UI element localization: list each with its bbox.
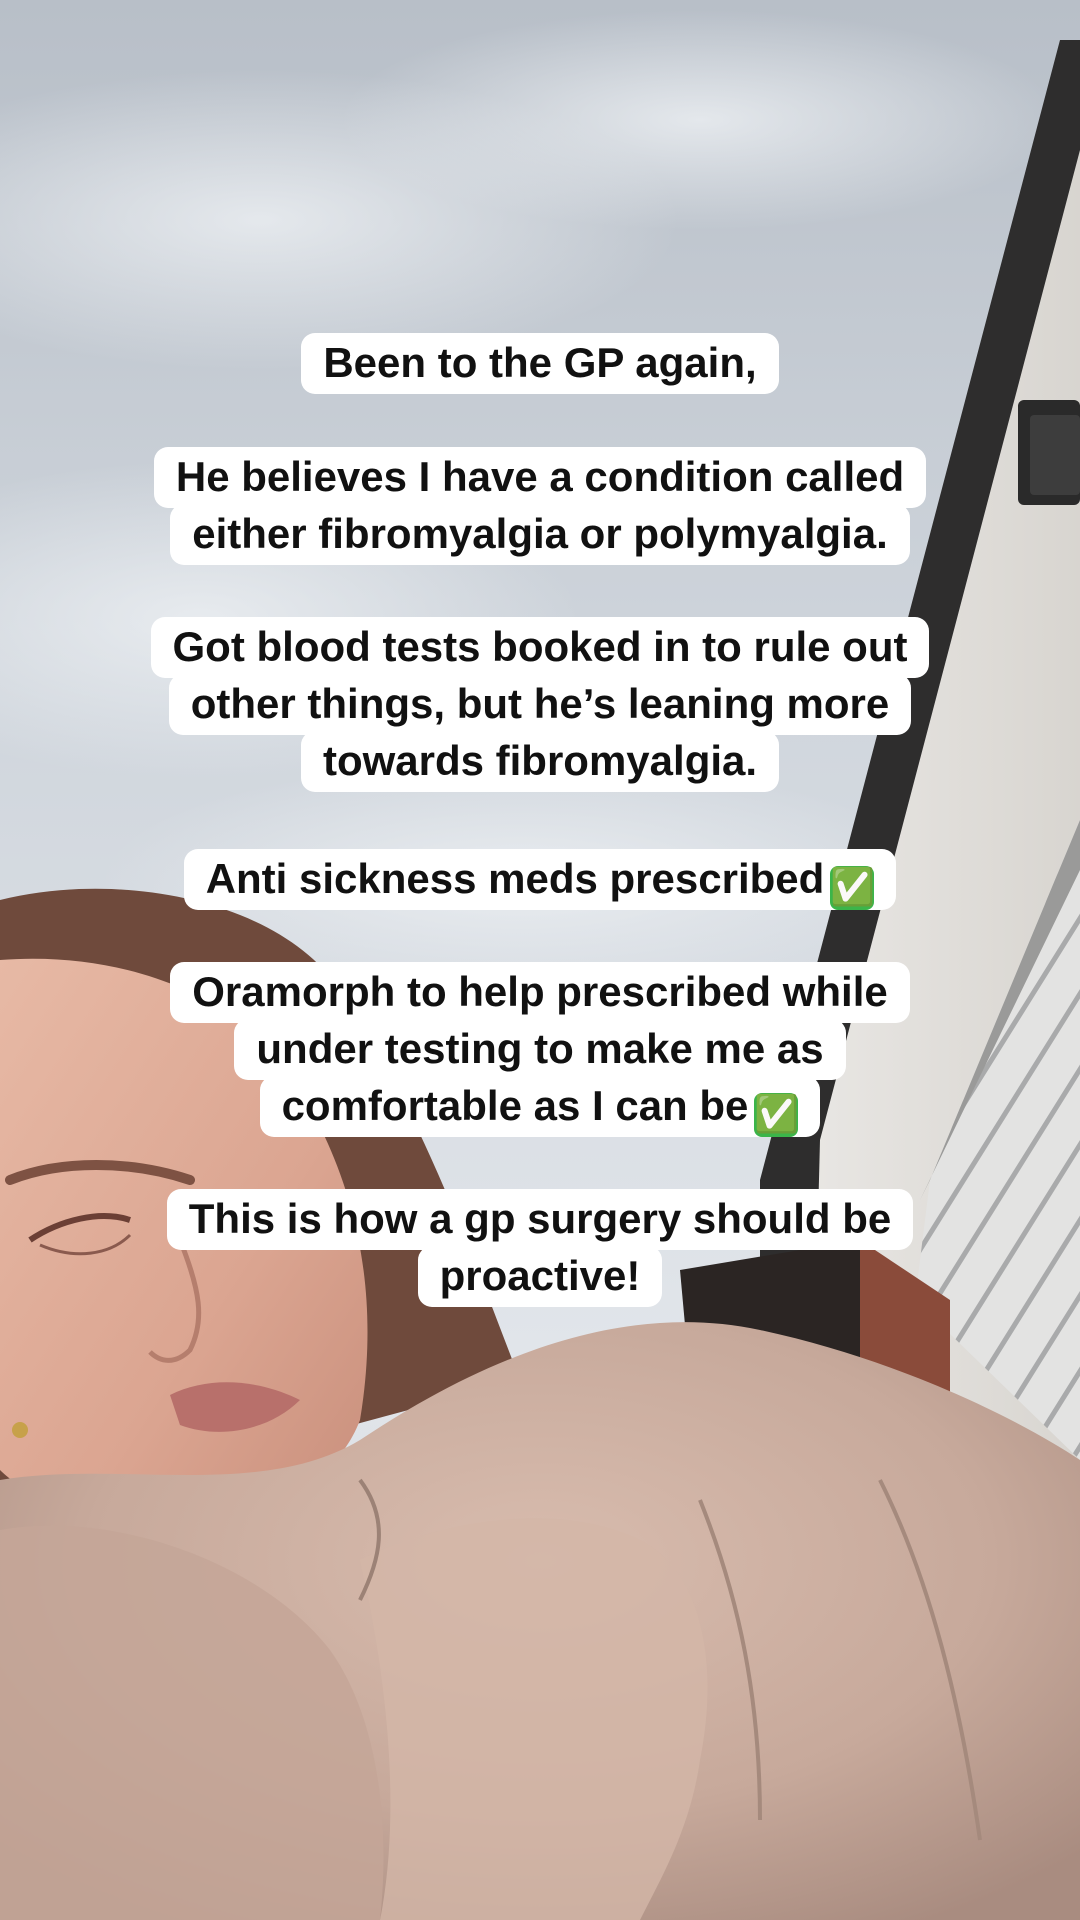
caption-gp-visit: Been to the GP again, xyxy=(0,333,1080,394)
caption-line: Got blood tests booked in to rule out xyxy=(150,617,930,678)
caption-text: Anti sickness meds prescribed xyxy=(205,855,825,902)
caption-oramorph: Oramorph to help prescribed while under … xyxy=(0,962,1080,1137)
caption-anti-sickness: Anti sickness meds prescribed ✅ xyxy=(0,849,1080,910)
caption-text: comfortable as I can be xyxy=(281,1082,749,1129)
caption-line: He believes I have a condition called xyxy=(153,447,927,508)
check-mark-button-icon: ✅ xyxy=(830,866,876,910)
caption-blood-tests: Got blood tests booked in to rule out ot… xyxy=(0,617,1080,792)
caption-line: Been to the GP again, xyxy=(301,333,779,394)
caption-condition: He believes I have a condition called ei… xyxy=(0,447,1080,565)
caption-line: either fibromyalgia or polymyalgia. xyxy=(170,504,910,565)
caption-line: This is how a gp surgery should be xyxy=(166,1189,914,1250)
caption-line: under testing to make me as xyxy=(234,1019,846,1080)
caption-line: proactive! xyxy=(417,1246,663,1307)
caption-line: Anti sickness meds prescribed ✅ xyxy=(183,849,897,910)
check-mark-button-icon: ✅ xyxy=(754,1093,800,1137)
caption-line: Oramorph to help prescribed while xyxy=(170,962,910,1023)
caption-stack: Been to the GP again, He believes I have… xyxy=(0,0,1080,1920)
caption-line: comfortable as I can be ✅ xyxy=(259,1076,821,1137)
caption-line: towards fibromyalgia. xyxy=(300,731,780,792)
caption-proactive: This is how a gp surgery should be proac… xyxy=(0,1189,1080,1307)
caption-line: other things, but he’s leaning more xyxy=(168,674,912,735)
